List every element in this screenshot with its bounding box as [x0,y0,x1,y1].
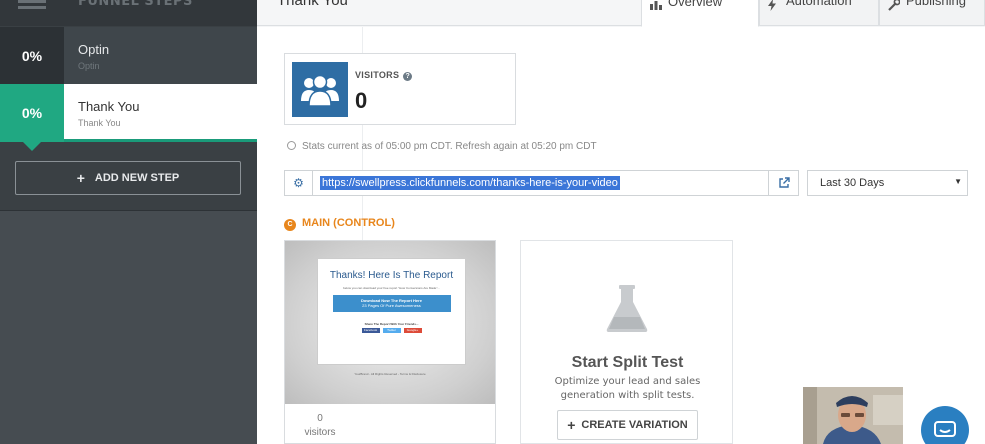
step-subtitle: Optin [78,61,100,71]
visitors-count: 0 [355,88,368,113]
chat-icon [934,421,956,437]
top-bar: Thank You Overview Automation Publishing [257,0,985,27]
date-range-value: Last 30 Days [820,177,885,189]
tab-publishing[interactable]: Publishing [879,0,985,26]
tab-label: Automation [786,0,852,8]
tab-automation[interactable]: Automation [759,0,879,26]
split-test-description: Optimize your lead and sales generation … [554,376,701,401]
clock-icon [287,141,296,150]
gear-icon: ⚙ [293,176,304,190]
sidebar-empty-area [0,211,257,444]
visitors-label-text: VISITORS [355,70,400,80]
preview-share-text: Share The Report With Your Friends... [364,322,419,326]
help-icon[interactable]: ? [403,72,413,81]
page-url-bar: ⚙ https://swellpress.clickfunnels.com/th… [284,170,799,196]
split-test-card: Start Split Test Optimize your lead and … [520,240,733,444]
preview-download-button: Download Now The Report Here 23 Pages Of… [332,295,451,312]
tab-overview[interactable]: Overview [641,0,759,27]
visitors-stat-card: VISITORS? 0 [284,53,516,125]
page-url-input[interactable]: https://swellpress.clickfunnels.com/than… [320,176,620,190]
page-preview-thumbnail[interactable]: Thanks! Here Is The Report below you can… [285,241,495,404]
users-icon [292,62,348,117]
control-badge: C [284,219,296,231]
open-url-button[interactable] [768,171,798,195]
tab-label: Overview [668,0,723,9]
split-test-title: Start Split Test [571,354,684,371]
menu-icon[interactable] [18,0,46,10]
preview-share-buttons: Facebook Twitter Google+ [318,328,465,333]
preview-title: Thanks! Here Is The Report [329,270,454,281]
bolt-icon [768,0,776,14]
external-link-icon [778,177,790,188]
page-title: Thank You [277,0,348,9]
create-variation-label: CREATE VARIATION [581,419,688,431]
twitter-share-button: Twitter [382,328,401,333]
webcam-overlay [803,387,903,444]
funnel-sidebar: FUNNEL STEPS 0% Optin Optin 0% Thank You… [0,0,257,444]
funnel-step-thank-you[interactable]: 0% Thank You Thank You [0,84,257,151]
caret-down-icon: ▼ [954,177,962,186]
tab-label: Publishing [906,0,966,8]
stats-refresh-note: Stats current as of 05:00 pm CDT. Refres… [287,141,597,152]
step-percent: 0% [0,84,64,151]
main-panel: Thank You Overview Automation Publishing [257,0,985,444]
preview-page: Thanks! Here Is The Report below you can… [317,258,466,365]
preview-button-subtext: 23 Pages Of Pure Awesomeness [362,303,421,308]
preview-footer: YourBrand - All Rights Reserved - Terms … [354,372,426,376]
funnel-step-optin[interactable]: 0% Optin Optin [0,27,257,92]
chart-icon [650,0,662,13]
variant-label: MAIN (CONTROL) [302,217,395,229]
step-name: Optin [78,42,110,57]
step-name: Thank You [78,99,140,114]
sidebar-header: FUNNEL STEPS [0,0,257,26]
variant-heading: C MAIN (CONTROL) [284,217,395,231]
add-new-step-button[interactable]: + ADD NEW STEP [15,161,241,195]
step-subtitle: Thank You [78,118,121,128]
add-step-label: ADD NEW STEP [94,172,180,184]
variant-visitors-count: 0 [317,413,323,424]
sidebar-title: FUNNEL STEPS [78,0,193,9]
step-percent: 0% [0,27,64,92]
google-share-button: Google+ [403,328,422,333]
plus-icon: + [567,417,576,433]
wrench-icon [888,0,901,14]
flask-icon [606,285,648,332]
settings-button[interactable]: ⚙ [285,171,313,195]
control-variant-card[interactable]: Thanks! Here Is The Report below you can… [284,240,496,444]
facebook-share-button: Facebook [361,328,380,333]
preview-subtitle: below you can download your free report … [343,286,440,290]
create-variation-button[interactable]: + CREATE VARIATION [557,410,698,440]
stats-text: Stats current as of 05:00 pm CDT. Refres… [302,141,597,152]
plus-icon: + [76,170,85,186]
visitors-label: VISITORS? [355,70,413,81]
overview-content: VISITORS? 0 Stats current as of 05:00 pm… [257,27,985,444]
variant-visitors-label: visitors [304,427,336,438]
date-range-select[interactable]: Last 30 Days ▼ [807,170,968,196]
